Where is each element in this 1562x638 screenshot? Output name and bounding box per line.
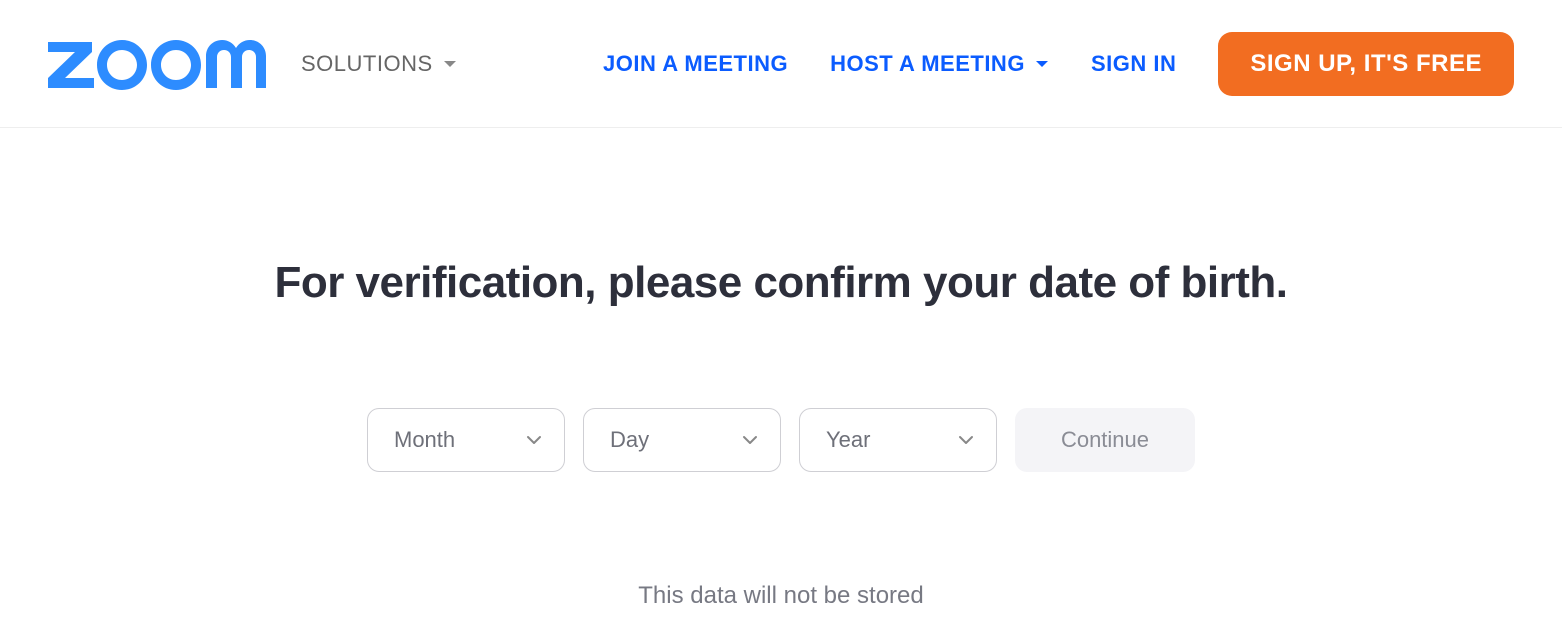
chevron-down-icon — [526, 435, 542, 445]
join-meeting-link[interactable]: JOIN A MEETING — [603, 51, 788, 77]
continue-label: Continue — [1061, 427, 1149, 452]
year-placeholder: Year — [826, 427, 870, 453]
solutions-label: SOLUTIONS — [301, 51, 433, 77]
host-meeting-label: HOST A MEETING — [830, 51, 1025, 77]
caret-down-icon — [1035, 60, 1049, 68]
caret-down-icon — [443, 60, 457, 68]
join-meeting-label: JOIN A MEETING — [603, 51, 788, 77]
page-heading: For verification, please confirm your da… — [0, 258, 1562, 308]
nav-right: JOIN A MEETING HOST A MEETING SIGN IN SI… — [603, 32, 1514, 96]
dob-row: Month Day Year Continue — [0, 408, 1562, 472]
year-select[interactable]: Year — [799, 408, 997, 472]
sign-in-link[interactable]: SIGN IN — [1091, 51, 1176, 77]
day-placeholder: Day — [610, 427, 649, 453]
zoom-logo[interactable] — [48, 38, 273, 90]
solutions-menu[interactable]: SOLUTIONS — [301, 51, 457, 77]
sign-up-label: SIGN UP, IT'S FREE — [1250, 50, 1482, 77]
day-select[interactable]: Day — [583, 408, 781, 472]
host-meeting-menu[interactable]: HOST A MEETING — [830, 51, 1049, 77]
month-select[interactable]: Month — [367, 408, 565, 472]
sign-in-label: SIGN IN — [1091, 51, 1176, 77]
sign-up-button[interactable]: SIGN UP, IT'S FREE — [1218, 32, 1514, 96]
chevron-down-icon — [742, 435, 758, 445]
main-content: For verification, please confirm your da… — [0, 128, 1562, 610]
chevron-down-icon — [958, 435, 974, 445]
continue-button[interactable]: Continue — [1015, 408, 1195, 472]
month-placeholder: Month — [394, 427, 455, 453]
header: SOLUTIONS JOIN A MEETING HOST A MEETING … — [0, 0, 1562, 128]
storage-note: This data will not be stored — [0, 582, 1562, 610]
